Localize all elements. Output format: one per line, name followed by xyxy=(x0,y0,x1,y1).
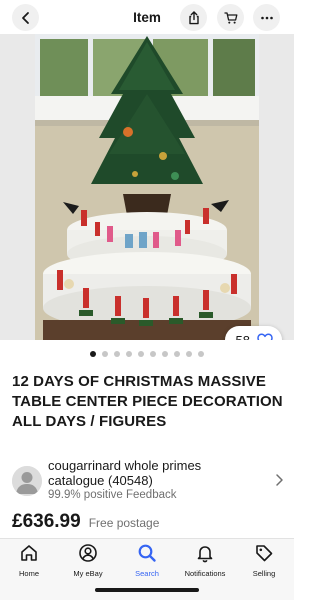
tag-icon xyxy=(256,545,273,562)
bell-icon xyxy=(197,546,213,563)
pagination-dot[interactable] xyxy=(126,351,132,357)
seller-row[interactable]: cougarrinard whole primes catalogue (405… xyxy=(12,458,284,501)
pagination-dot[interactable] xyxy=(90,351,96,357)
chevron-left-icon xyxy=(21,11,29,24)
postage-info: Free postage xyxy=(88,516,160,530)
listing-title: 12 DAYS OF CHRISTMAS MASSIVE TABLE CENTE… xyxy=(12,373,283,430)
nav-label-search: Search xyxy=(135,569,159,578)
price-row: £636.99 Free postage xyxy=(12,511,159,533)
christmas-centerpiece-photo xyxy=(35,34,259,340)
page-title: Item xyxy=(133,9,161,25)
nav-label-my-ebay: My eBay xyxy=(73,569,103,578)
nav-search[interactable]: Search xyxy=(118,543,176,583)
pagination-dot[interactable] xyxy=(102,351,108,357)
chevron-right-icon xyxy=(276,474,283,486)
profile-icon xyxy=(79,544,97,562)
pagination-dot[interactable] xyxy=(198,351,204,357)
pagination-dot[interactable] xyxy=(114,351,120,357)
home-indicator xyxy=(95,588,199,592)
gallery-pagination xyxy=(0,351,294,357)
nav-notifications[interactable]: Notifications xyxy=(176,543,234,583)
heart-icon xyxy=(257,333,273,340)
nav-label-home: Home xyxy=(18,569,39,578)
cart-button[interactable] xyxy=(217,4,244,31)
more-horizontal-icon xyxy=(260,16,273,19)
search-icon xyxy=(138,544,156,562)
seller-name[interactable]: cougarrinard whole primes catalogue (405… xyxy=(48,458,258,488)
nav-selling[interactable]: Selling xyxy=(235,543,293,583)
pagination-dot[interactable] xyxy=(174,351,180,357)
item-photo[interactable] xyxy=(35,34,259,340)
share-button[interactable] xyxy=(180,4,207,31)
watch-button[interactable]: 58 xyxy=(224,326,282,341)
image-gallery[interactable]: 58 xyxy=(0,34,294,340)
nav-my-ebay[interactable]: My eBay xyxy=(59,543,117,583)
pagination-dot[interactable] xyxy=(186,351,192,357)
pagination-dot[interactable] xyxy=(162,351,168,357)
seller-feedback: 99.9% positive Feedback xyxy=(48,489,177,501)
nav-label-notifications: Notifications xyxy=(184,569,226,578)
watch-count: 58 xyxy=(235,332,250,341)
home-icon xyxy=(21,545,37,561)
nav-label-selling: Selling xyxy=(252,569,276,578)
pagination-dot[interactable] xyxy=(150,351,156,357)
back-button[interactable] xyxy=(12,4,39,31)
share-icon xyxy=(188,10,199,24)
top-bar: Item xyxy=(0,0,294,34)
item-price: £636.99 xyxy=(12,511,81,532)
pagination-dot[interactable] xyxy=(138,351,144,357)
more-button[interactable] xyxy=(253,4,280,31)
user-avatar-icon xyxy=(12,466,42,496)
nav-home[interactable]: Home xyxy=(0,543,58,583)
avatar xyxy=(12,466,42,496)
cart-icon xyxy=(223,11,237,24)
